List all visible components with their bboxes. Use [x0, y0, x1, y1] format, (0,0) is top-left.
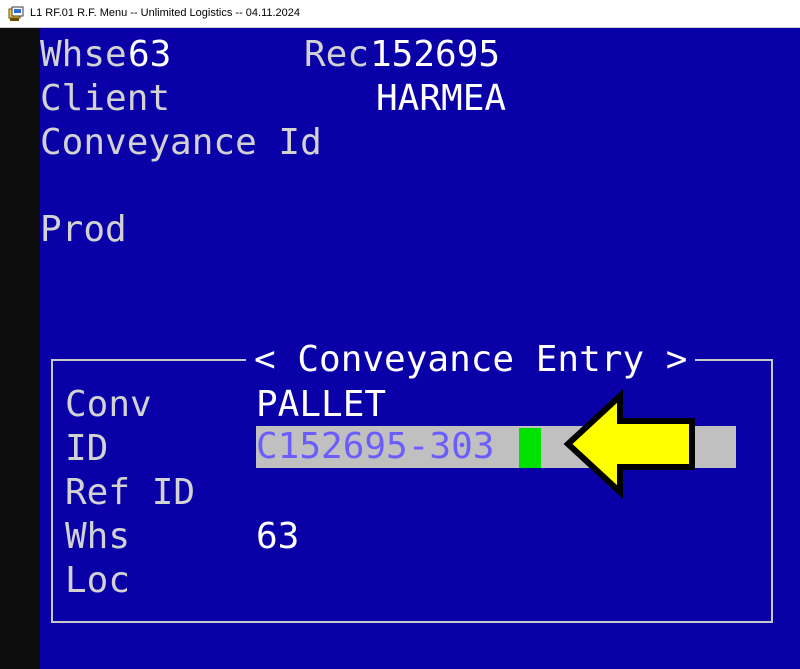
terminal-screen[interactable]: Whse 63 Rec 152695 Client HARMEA Conveya…: [40, 28, 800, 669]
arrow-left-icon: [563, 389, 695, 498]
id-label: ID: [65, 428, 109, 469]
loc-label: Loc: [65, 560, 131, 601]
client-value: HARMEA: [376, 78, 507, 119]
conveyance-id-label: Conveyance Id: [40, 122, 322, 163]
dialog-title: < Conveyance Entry >: [246, 338, 696, 382]
rec-label: Rec: [304, 34, 370, 75]
text-cursor: [519, 428, 541, 468]
whse-value: 63: [128, 34, 172, 75]
conv-label: Conv: [65, 384, 152, 425]
whs-value: 63: [256, 516, 300, 557]
whse-label: Whse: [40, 34, 127, 75]
ref-id-label: Ref ID: [65, 472, 196, 513]
terminal-app-icon[interactable]: [8, 6, 24, 22]
conv-value: PALLET: [256, 384, 387, 425]
rec-value: 152695: [370, 34, 501, 75]
client-label: Client: [40, 78, 171, 119]
whs-label: Whs: [65, 516, 131, 557]
window-titlebar: L1 RF.01 R.F. Menu -- Unlimited Logistic…: [0, 0, 800, 28]
left-border: [0, 28, 40, 669]
window-title: L1 RF.01 R.F. Menu -- Unlimited Logistic…: [30, 7, 301, 19]
prod-label: Prod: [40, 209, 127, 250]
id-input-value[interactable]: C152695-303: [256, 425, 494, 469]
